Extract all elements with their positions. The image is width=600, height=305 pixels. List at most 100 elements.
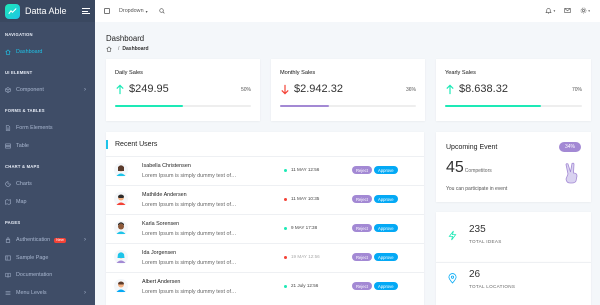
stat-progress-bar (445, 105, 582, 107)
stat-percent: 36% (405, 87, 416, 93)
user-description: Lorem Ipsum is simply dummy text of… (142, 231, 237, 237)
table-row: Albert Andersen Lorem Ipsum is simply du… (106, 272, 424, 300)
stat-value-row: $8.638.32 (445, 83, 508, 95)
nav-caption-chart-maps: CHART & MAPS (5, 164, 40, 169)
reject-button[interactable]: Reject (352, 195, 372, 203)
sidebar-item-documentation[interactable]: Documentation (0, 268, 95, 282)
user-date: 19 MAY 12:56 (291, 254, 320, 259)
sidebar-item-sample-page[interactable]: Sample Page (0, 251, 95, 265)
home-icon[interactable] (106, 46, 112, 52)
box-icon (5, 87, 11, 93)
approve-button[interactable]: Approve (374, 282, 398, 290)
stat-card-yearly-sales: Yearly Sales $8.638.32 70% (436, 59, 591, 121)
breadcrumb-current[interactable]: Dashboard (122, 46, 148, 52)
chevron-down-icon: ▾ (588, 8, 590, 13)
sidebar-item-label: Authentication (16, 237, 51, 243)
stat-value-row: $2.942.32 (280, 83, 343, 95)
stat-value-row: $249.95 (115, 83, 169, 95)
kpi-label: TOTAL LOCATIONS (469, 284, 516, 289)
sidebar-item-component[interactable]: Component › (0, 83, 95, 97)
menu-toggle-icon[interactable] (82, 8, 90, 14)
kpi-value: 26 (469, 269, 481, 280)
sidebar-item-label: Map (16, 199, 27, 205)
user-name: Ida Jorgensen (142, 250, 177, 256)
stat-percent: 70% (571, 87, 582, 93)
sidebar-item-authentication[interactable]: Authentication New › (0, 233, 95, 247)
breadcrumb-separator: / (118, 46, 120, 52)
user-name: Karla Sorensen (142, 221, 180, 227)
settings-button[interactable]: ▾ (580, 7, 590, 14)
victory-hand-icon (565, 162, 578, 184)
chevron-right-icon: › (84, 290, 86, 296)
dropdown-button[interactable]: Dropdown ▾ (119, 8, 148, 14)
status-dot (284, 285, 287, 288)
stat-progress-fill (445, 105, 541, 107)
event-subtitle: You can participate in event (446, 186, 508, 192)
fullscreen-icon[interactable] (104, 8, 110, 14)
stat-progress-bar (115, 105, 251, 107)
stat-progress-bar (280, 105, 416, 107)
user-description: Lorem Ipsum is simply dummy text of… (142, 202, 237, 208)
status-dot (284, 198, 287, 201)
status-dot (284, 227, 287, 230)
stat-percent: 50% (240, 87, 251, 93)
arrow-up-icon (116, 84, 124, 94)
header-actions: ▾ ▾ (545, 7, 590, 14)
notification-button[interactable]: ▾ (545, 7, 555, 14)
map-icon (5, 199, 11, 205)
stat-title: Monthly Sales (280, 70, 316, 76)
stat-value: $2.942.32 (294, 83, 343, 95)
nav-caption-navigation: NAVIGATION (5, 32, 33, 37)
top-header: Dropdown ▾ ▾ ▾ (95, 0, 600, 22)
avatar (114, 221, 128, 235)
kpi-card-locations: 26 TOTAL LOCATIONS (436, 262, 591, 305)
stat-progress-fill (280, 105, 329, 107)
user-name: Mathilde Andersen (142, 192, 187, 198)
user-name: Albert Andersen (142, 279, 181, 285)
breadcrumb: / Dashboard (106, 46, 149, 52)
new-badge: New (54, 237, 66, 243)
dropdown-label: Dropdown (119, 8, 144, 14)
reject-button[interactable]: Reject (352, 166, 372, 174)
sidebar-item-menu-levels[interactable]: Menu Levels › (0, 286, 95, 300)
brand-logo-icon[interactable] (5, 3, 20, 19)
sidebar-item-map[interactable]: Map (0, 195, 95, 209)
sidebar-item-dashboard[interactable]: Dashboard (0, 45, 95, 59)
approve-button[interactable]: Approve (374, 253, 398, 261)
approve-button[interactable]: Approve (374, 166, 398, 174)
gear-icon (580, 7, 587, 14)
sidebar-item-table[interactable]: Table (0, 139, 95, 153)
approve-button[interactable]: Approve (374, 195, 398, 203)
reject-button[interactable]: Reject (352, 282, 372, 290)
user-date: 21 July 12:56 (291, 283, 319, 288)
search-icon[interactable] (158, 8, 165, 14)
mail-icon[interactable] (564, 7, 571, 14)
stat-progress-fill (115, 105, 183, 107)
user-description: Lorem Ipsum is simply dummy text of… (142, 289, 237, 295)
title-accent-bar (106, 140, 108, 149)
status-dot (284, 256, 287, 259)
table-row: Ida Jorgensen Lorem Ipsum is simply dumm… (106, 243, 424, 271)
reject-button[interactable]: Reject (352, 224, 372, 232)
zap-icon (448, 230, 457, 241)
stat-title: Yearly Sales (445, 70, 476, 76)
table-row: Karla Sorensen Lorem Ipsum is simply dum… (106, 214, 424, 242)
stat-card-daily-sales: Daily Sales $249.95 50% (106, 59, 260, 121)
server-icon (5, 143, 11, 149)
reject-button[interactable]: Reject (352, 253, 372, 261)
sidebar-item-charts[interactable]: Charts (0, 177, 95, 191)
arrow-up-icon (446, 84, 454, 94)
stat-value: $8.638.32 (459, 83, 508, 95)
nav-caption-forms-tables: FORMS & TABLES (5, 108, 45, 113)
lock-icon (5, 237, 11, 243)
table-row: Isabella Christensen Lorem Ipsum is simp… (106, 156, 424, 184)
user-name: Isabella Christensen (142, 163, 191, 169)
nav-caption-ui-element: UI ELEMENT (5, 70, 33, 75)
user-description: Lorem Ipsum is simply dummy text of… (142, 173, 237, 179)
nav-caption-pages: PAGES (5, 220, 21, 225)
recent-users-title: Recent Users (115, 141, 158, 148)
approve-button[interactable]: Approve (374, 224, 398, 232)
sidebar-item-form-elements[interactable]: Form Elements (0, 121, 95, 135)
user-date: 11 MAY 10:35 (291, 196, 320, 201)
chevron-down-icon: ▾ (553, 8, 556, 13)
